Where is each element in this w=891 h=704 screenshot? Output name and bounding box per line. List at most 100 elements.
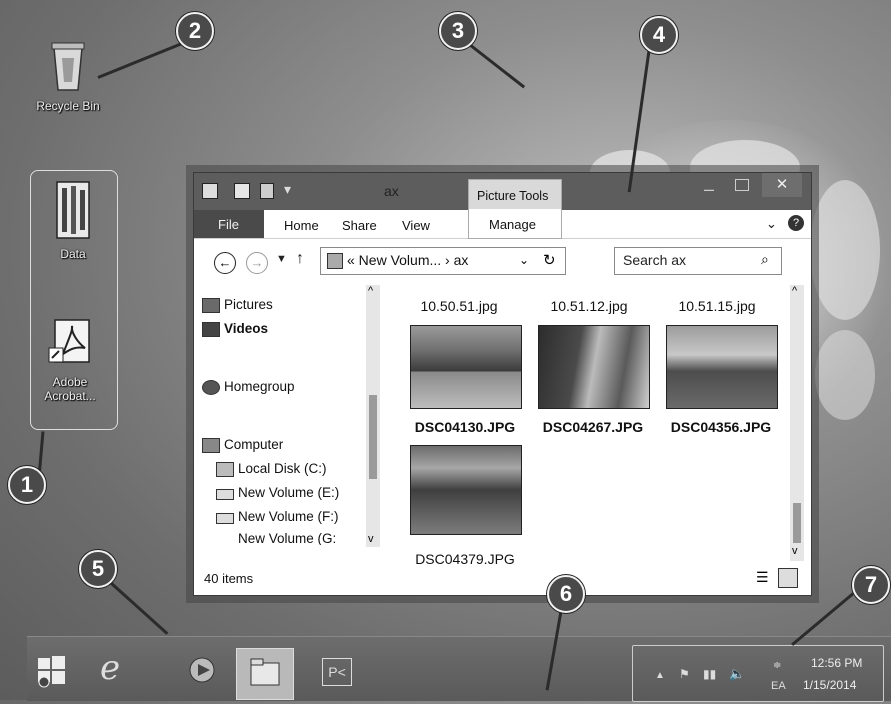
files-scroll-thumb[interactable]: [793, 503, 801, 543]
folder-icon: [327, 253, 343, 269]
minimize-button[interactable]: –: [704, 179, 714, 200]
up-button[interactable]: ↑: [296, 250, 304, 268]
address-bar[interactable]: « New Volum... › ax ⌄ ↻: [320, 247, 566, 275]
nav-label: Homegroup: [224, 379, 295, 394]
tab-home[interactable]: Home: [284, 218, 319, 233]
callout-7: 7: [852, 566, 890, 604]
videos-icon: [202, 322, 220, 337]
internet-explorer-icon[interactable]: e: [100, 648, 146, 694]
nav-label: Videos: [224, 321, 269, 336]
file-name[interactable]: 10.50.51.jpg: [394, 298, 524, 314]
tab-manage-label: Manage: [489, 217, 536, 232]
nav-scroll-thumb[interactable]: [369, 395, 377, 479]
scroll-up-icon[interactable]: ^: [368, 285, 373, 297]
window-title: ax: [384, 183, 399, 199]
desktop-icon-recycle-bin[interactable]: Recycle Bin: [28, 40, 108, 113]
callout-line: [97, 41, 184, 79]
desktop-icon-label: Data: [60, 247, 86, 261]
address-path: « New Volum... › ax: [347, 252, 469, 268]
title-bar[interactable]: ▾ ax Picture Tools – ✕: [194, 173, 811, 211]
recent-locations-icon[interactable]: ▼: [276, 253, 287, 265]
homegroup-icon: [202, 380, 220, 395]
ribbon-tabs: File Home Share View Manage ⌄ ?: [194, 209, 811, 239]
ime-icon[interactable]: ≑: [773, 660, 781, 671]
refresh-icon[interactable]: ↻: [543, 251, 556, 269]
nav-item-volume-g[interactable]: New Volume (G:: [238, 531, 336, 545]
recycle-bin-icon: [28, 40, 108, 95]
scroll-up-icon[interactable]: ^: [792, 285, 797, 297]
new-folder-icon[interactable]: [260, 183, 274, 199]
large-icons-view-icon[interactable]: [778, 568, 798, 588]
file-explorer-window[interactable]: ▾ ax Picture Tools – ✕ File Home Share V…: [193, 172, 812, 596]
nav-label: Computer: [224, 437, 284, 452]
photo-thumbnail[interactable]: [410, 325, 522, 409]
picture-tools-context: Picture Tools: [468, 179, 562, 211]
nav-item-volume-f[interactable]: New Volume (F:): [216, 509, 339, 524]
close-button[interactable]: ✕: [762, 173, 802, 197]
scroll-down-icon[interactable]: v: [792, 545, 798, 557]
forward-button[interactable]: →: [246, 252, 268, 274]
address-dropdown-icon[interactable]: ⌄: [519, 253, 529, 267]
callout-3: 3: [439, 12, 477, 50]
nav-item-homegroup[interactable]: Homegroup: [202, 379, 295, 395]
quick-access-icon[interactable]: [202, 183, 218, 199]
file-name[interactable]: DSC04379.JPG: [400, 551, 530, 567]
status-item-count: 40 items: [204, 571, 254, 586]
customize-toolbar-icon[interactable]: ▾: [284, 181, 291, 198]
tab-view[interactable]: View: [402, 218, 430, 233]
file-name[interactable]: DSC04267.JPG: [528, 419, 658, 435]
file-name[interactable]: DSC04130.JPG: [400, 419, 530, 435]
start-button[interactable]: [32, 648, 78, 694]
file-name[interactable]: DSC04356.JPG: [656, 419, 786, 435]
search-placeholder: Search ax: [623, 252, 687, 268]
clock-time[interactable]: 12:56 PM: [811, 656, 862, 670]
network-icon[interactable]: ▮▮: [703, 667, 716, 681]
callout-5: 5: [79, 550, 117, 588]
nav-label: New Volume (E:): [238, 485, 340, 500]
tab-manage[interactable]: Manage: [468, 209, 562, 239]
nav-label: Local Disk (C:): [238, 461, 327, 476]
properties-icon[interactable]: [234, 183, 250, 199]
clock-date[interactable]: 1/15/2014: [803, 678, 856, 692]
scroll-down-icon[interactable]: v: [368, 533, 374, 545]
drive-icon: [216, 513, 234, 524]
media-player-icon[interactable]: [182, 648, 228, 694]
search-input[interactable]: Search ax ⌕: [614, 247, 782, 275]
callout-2: 2: [176, 12, 214, 50]
maximize-button[interactable]: [735, 179, 749, 191]
tab-share[interactable]: Share: [342, 218, 377, 233]
nav-scrollbar[interactable]: ^ v: [366, 285, 380, 547]
desktop-icon-adobe-acrobat[interactable]: Adobe Acrobat...: [30, 318, 110, 403]
file-name[interactable]: 10.51.15.jpg: [652, 298, 782, 314]
action-center-icon[interactable]: ⚑: [679, 667, 690, 681]
volume-icon[interactable]: 🔈: [729, 666, 745, 682]
nav-item-volume-e[interactable]: New Volume (E:): [216, 485, 340, 500]
help-icon[interactable]: ?: [788, 215, 804, 231]
callout-1: 1: [8, 466, 46, 504]
photo-thumbnail[interactable]: [538, 325, 650, 409]
ime-indicator[interactable]: EA: [771, 680, 786, 692]
desktop-icon-data[interactable]: Data: [33, 178, 113, 261]
photoshop-icon[interactable]: P<: [316, 648, 362, 694]
nav-item-computer[interactable]: Computer: [202, 437, 284, 453]
show-hidden-icons-icon[interactable]: ▲: [655, 670, 665, 681]
system-tray: ▲ ⚑ ▮▮ 🔈 ≑ EA 12:56 PM 1/15/2014: [632, 645, 884, 702]
contextual-tab-label: Picture Tools: [477, 189, 549, 203]
adobe-acrobat-icon: [30, 318, 110, 371]
nav-label: Pictures: [224, 297, 273, 312]
nav-item-videos[interactable]: Videos: [202, 321, 269, 337]
details-view-icon[interactable]: ☰: [756, 569, 769, 586]
desktop-icon-label: Adobe Acrobat...: [44, 375, 96, 403]
photo-thumbnail[interactable]: [410, 445, 522, 535]
expand-ribbon-icon[interactable]: ⌄: [766, 216, 777, 232]
back-button[interactable]: ←: [214, 252, 236, 274]
file-explorer-taskbar-icon[interactable]: [236, 648, 294, 700]
folder-icon: [33, 178, 113, 243]
nav-item-local-disk[interactable]: Local Disk (C:): [216, 461, 327, 477]
photo-thumbnail[interactable]: [666, 325, 778, 409]
file-name[interactable]: 10.51.12.jpg: [524, 298, 654, 314]
search-icon: ⌕: [761, 251, 769, 267]
tab-file[interactable]: File: [194, 210, 264, 238]
files-scrollbar[interactable]: ^ v: [790, 285, 804, 561]
nav-item-pictures[interactable]: Pictures: [202, 297, 273, 313]
